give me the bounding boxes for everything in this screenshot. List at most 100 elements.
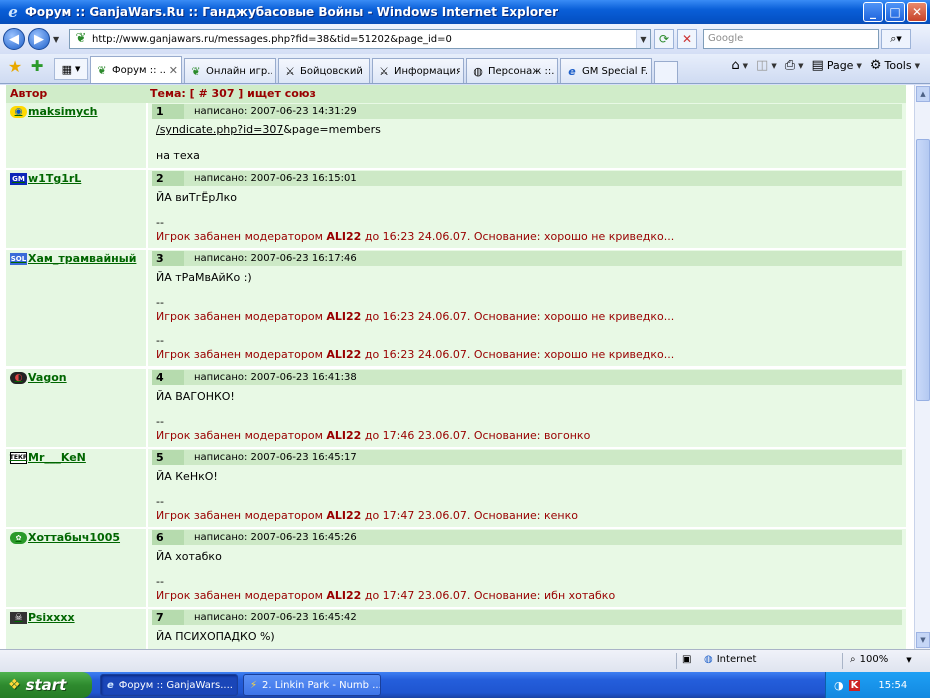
tab-character[interactable]: ◍ Персонаж ::...	[466, 58, 558, 83]
post-timestamp: написано: 2007-06-23 16:45:42	[194, 612, 357, 623]
post-timestamp: написано: 2007-06-23 14:31:29	[194, 106, 357, 117]
rss-icon: ◫	[756, 58, 769, 73]
forum-post: ☠ Psixxxx 7 написано: 2007-06-23 16:45:42…	[6, 609, 906, 649]
tab-label: Бойцовский ...	[300, 65, 366, 77]
tab-label: Онлайн игр...	[206, 65, 272, 77]
maximize-button[interactable]: □	[885, 2, 905, 22]
popup-blocker-icon[interactable]: ▣	[682, 654, 691, 665]
sol-avatar-icon: SOL	[10, 252, 27, 265]
scroll-thumb[interactable]	[916, 139, 930, 401]
stop-button[interactable]: ✕	[677, 29, 697, 49]
tab-gm-special[interactable]: e GM Special F...	[560, 58, 652, 83]
search-button[interactable]: ⌕ ▼	[881, 29, 911, 49]
moderator-name: ALI22	[326, 429, 362, 442]
moderator-name: ALI22	[326, 310, 362, 323]
message-line: /syndicate.php?id=307&page=members	[156, 123, 381, 136]
tab-label: Персонаж ::...	[488, 65, 554, 77]
window-controls: _ □ ✕	[863, 2, 927, 22]
post-meta-bar: 4 написано: 2007-06-23 16:41:38	[152, 370, 902, 385]
quick-tabs-button[interactable]: ▦ ▼	[54, 58, 88, 80]
minimize-button[interactable]: _	[863, 2, 883, 22]
network-icon[interactable]: ◑	[834, 679, 844, 692]
author-link[interactable]: ◉ maksimych	[10, 105, 98, 118]
grid-icon: ▦	[61, 62, 72, 76]
tab-info[interactable]: ⚔ Информация...	[372, 58, 464, 83]
window-title-bar[interactable]: e Форум :: GanjaWars.Ru :: Ганджубасовые…	[0, 0, 930, 24]
history-dropdown-icon[interactable]: ▼	[53, 35, 63, 44]
back-button[interactable]: ◀	[3, 28, 25, 50]
refresh-button[interactable]: ⟳	[654, 29, 674, 49]
author-link[interactable]: SOL Хам_трамвайный	[10, 252, 136, 265]
ban-text: Игрок забанен модератором	[156, 429, 327, 442]
tools-menu-button[interactable]: ⚙ Tools ▼	[870, 58, 920, 73]
feeds-button[interactable]: ◫ ▼	[756, 58, 777, 73]
message-cell: 1 написано: 2007-06-23 14:31:29 /syndica…	[148, 103, 906, 168]
shield-icon: ▣	[682, 654, 692, 665]
post-number: 5	[152, 450, 184, 465]
tab-fight-club[interactable]: ⚔ Бойцовский ...	[278, 58, 370, 83]
tekr-avatar-icon: ТЕКР	[10, 451, 27, 464]
author-cell: ✿ Хоттабыч1005	[6, 529, 146, 607]
taskbar-item-forum[interactable]: e Форум :: GanjaWars....	[100, 674, 238, 696]
ban-reason: до 17:47 23.06.07. Основание: ибн хотабк…	[361, 589, 616, 602]
author-link[interactable]: ☠ Psixxxx	[10, 611, 75, 624]
address-field[interactable]: ❦ http://www.ganjawars.ru/messages.php?f…	[69, 29, 651, 49]
address-dropdown-icon[interactable]: ▼	[636, 30, 650, 48]
tab-online-game[interactable]: ❦ Онлайн игр...	[184, 58, 276, 83]
author-link[interactable]: ✿ Хоттабыч1005	[10, 531, 120, 544]
author-name: Mr___KeN	[28, 451, 86, 464]
ban-text: Игрок забанен модератором	[156, 310, 327, 323]
page-menu-button[interactable]: ▤ Page ▼	[812, 58, 862, 73]
globe-icon: ◍	[473, 64, 483, 78]
zoom-control[interactable]: ⌕ 100% ▼	[850, 654, 912, 665]
message-cell: 5 написано: 2007-06-23 16:45:17 ЙА КеНкО…	[148, 449, 906, 527]
ban-notice: Игрок забанен модератором ALI22 до 17:47…	[156, 509, 578, 522]
start-label: start	[25, 676, 67, 694]
vertical-scrollbar[interactable]: ▲ ▼	[914, 85, 930, 649]
author-name: Хам_трамвайный	[28, 252, 137, 265]
tab-close-icon[interactable]: ✕	[169, 64, 178, 77]
author-link[interactable]: GM w1Tg1rL	[10, 172, 81, 185]
scroll-down-icon[interactable]: ▼	[916, 632, 930, 648]
forward-button[interactable]: ▶	[28, 28, 50, 50]
post-timestamp: написано: 2007-06-23 16:17:46	[194, 253, 357, 264]
taskbar-item-winamp[interactable]: ⚡ 2. Linkin Park - Numb ...	[243, 674, 381, 696]
home-button[interactable]: ⌂ ▼	[731, 58, 748, 73]
print-button[interactable]: ⎙ ▼	[785, 58, 804, 73]
syndicate-link[interactable]: /syndicate.php?id=307	[156, 123, 283, 136]
start-button[interactable]: ❖ start	[0, 672, 92, 698]
security-zone[interactable]: ◍ Internet	[704, 654, 756, 665]
leaf-icon: ❦	[191, 64, 201, 78]
author-name: Psixxxx	[28, 611, 75, 624]
ban-reason: до 16:23 24.06.07. Основание: хорошо не …	[361, 348, 675, 361]
author-link[interactable]: ◐ Vagon	[10, 371, 67, 384]
ban-reason: до 16:23 24.06.07. Основание: хорошо не …	[361, 230, 675, 243]
zoom-dropdown-icon: ▼	[906, 655, 912, 664]
search-input[interactable]: Google	[703, 29, 879, 49]
new-tab-button[interactable]	[654, 61, 678, 83]
page-menu-label: Page	[826, 59, 854, 72]
add-favorites-icon[interactable]: ✚	[26, 57, 48, 79]
post-number: 1	[152, 104, 184, 119]
ban-reason: до 16:23 24.06.07. Основание: хорошо не …	[361, 310, 675, 323]
antivirus-icon[interactable]: K	[848, 679, 861, 691]
close-button[interactable]: ✕	[907, 2, 927, 22]
tab-forum[interactable]: ❦ Форум :: ... ✕	[90, 56, 182, 83]
moderator-name: ALI22	[326, 230, 362, 243]
address-url[interactable]: http://www.ganjawars.ru/messages.php?fid…	[92, 34, 636, 45]
clock[interactable]: 15:54	[878, 680, 907, 691]
author-cell: ◉ maksimych	[6, 103, 146, 168]
leaf-icon: ❦	[97, 63, 107, 77]
home-dropdown-icon: ▼	[742, 61, 749, 70]
signature-separator: --	[156, 415, 164, 428]
arrow-right-icon: ▶	[34, 31, 44, 47]
ban-notice: Игрок забанен модератором ALI22 до 16:23…	[156, 348, 674, 361]
tab-list-dropdown-icon: ▼	[75, 65, 81, 73]
feeds-dropdown-icon: ▼	[771, 61, 777, 70]
author-link[interactable]: ТЕКР Mr___KeN	[10, 451, 86, 464]
magnifier-icon: ⌕	[850, 654, 856, 665]
message-cell: 3 написано: 2007-06-23 16:17:46 ЙА тРаМв…	[148, 250, 906, 366]
scroll-up-icon[interactable]: ▲	[916, 86, 930, 102]
favorites-star-icon[interactable]: ★	[4, 57, 26, 79]
post-meta-bar: 6 написано: 2007-06-23 16:45:26	[152, 530, 902, 545]
